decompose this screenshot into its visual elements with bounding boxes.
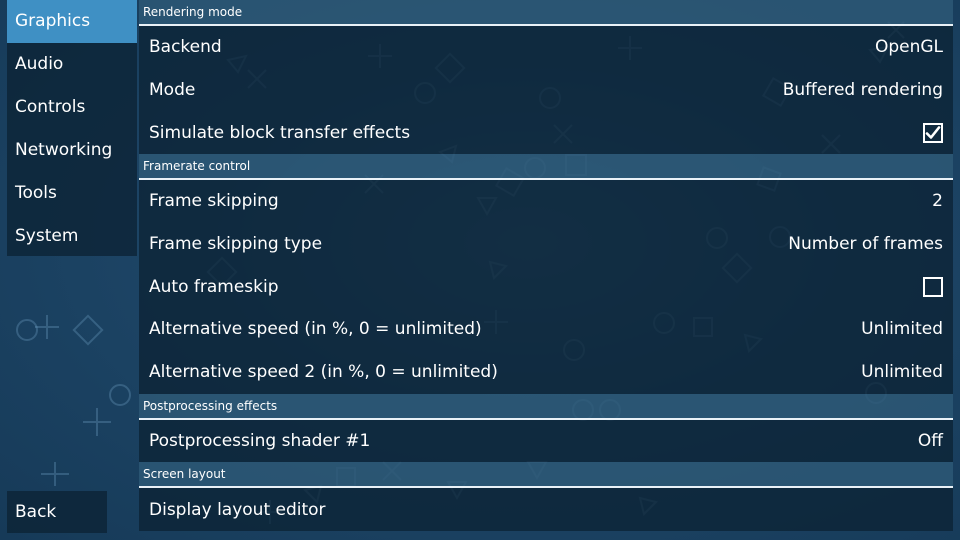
section-header-postprocessing: Postprocessing effects: [139, 393, 953, 420]
setting-value: Number of frames: [788, 234, 943, 255]
setting-frame-skipping-type[interactable]: Frame skipping type Number of frames: [139, 222, 953, 266]
tab-audio[interactable]: Audio: [7, 43, 137, 86]
setting-label: Display layout editor: [149, 499, 326, 520]
section-header-rendering-mode: Rendering mode: [139, 0, 953, 26]
setting-value: OpenGL: [874, 37, 943, 58]
category-tabs: Graphics Audio Controls Networking Tools…: [7, 0, 137, 256]
setting-label: Mode: [149, 80, 196, 101]
auto-frameskip-checkbox[interactable]: [923, 276, 943, 297]
tab-graphics[interactable]: Graphics: [7, 0, 137, 43]
settings-panel: Rendering mode Backend OpenGL Mode Buffe…: [139, 0, 953, 540]
setting-value: Unlimited: [861, 319, 943, 340]
setting-value: Off: [917, 430, 943, 451]
setting-value: 2: [932, 191, 943, 212]
setting-label: Auto frameskip: [149, 276, 279, 297]
setting-alternative-speed-2[interactable]: Alternative speed 2 (in %, 0 = unlimited…: [139, 350, 953, 394]
setting-display-layout-editor[interactable]: Display layout editor: [139, 488, 953, 531]
setting-label: Frame skipping: [149, 191, 279, 212]
setting-simulate-block-transfer[interactable]: Simulate block transfer effects: [139, 111, 953, 155]
setting-label: Postprocessing shader #1: [149, 430, 371, 451]
setting-auto-frameskip[interactable]: Auto frameskip: [139, 265, 953, 309]
setting-label: Alternative speed (in %, 0 = unlimited): [149, 319, 482, 340]
tab-system[interactable]: System: [7, 215, 137, 258]
setting-backend[interactable]: Backend OpenGL: [139, 26, 953, 69]
setting-label: Backend: [149, 37, 222, 58]
block-transfer-checkbox[interactable]: [923, 122, 943, 143]
section-header-framerate-control: Framerate control: [139, 154, 953, 181]
setting-postprocessing-shader-1[interactable]: Postprocessing shader #1 Off: [139, 419, 953, 463]
setting-label: Alternative speed 2 (in %, 0 = unlimited…: [149, 362, 498, 383]
back-button[interactable]: Back: [7, 491, 107, 533]
setting-frame-skipping[interactable]: Frame skipping 2: [139, 180, 953, 223]
setting-mode[interactable]: Mode Buffered rendering: [139, 68, 953, 112]
tab-tools[interactable]: Tools: [7, 172, 137, 215]
setting-label: Simulate block transfer effects: [149, 122, 411, 143]
setting-value: Buffered rendering: [782, 80, 943, 101]
section-header-screen-layout: Screen layout: [139, 462, 953, 489]
tab-controls[interactable]: Controls: [7, 86, 137, 129]
setting-label: Frame skipping type: [149, 234, 323, 255]
setting-value: Unlimited: [861, 362, 943, 383]
tab-networking[interactable]: Networking: [7, 129, 137, 172]
setting-alternative-speed[interactable]: Alternative speed (in %, 0 = unlimited) …: [139, 308, 953, 351]
checkmark-icon: [925, 125, 941, 139]
